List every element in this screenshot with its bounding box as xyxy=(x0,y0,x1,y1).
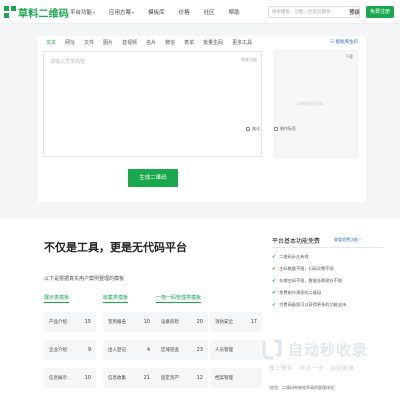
feature-item: ✔ 二维码永久有效 xyxy=(272,254,309,260)
watermark: 自动秒收录 做上精英 · 来访一次 · 自动收录 xyxy=(256,335,396,375)
watermark-logo-icon xyxy=(262,339,282,360)
check-icon: ✔ xyxy=(272,278,277,284)
watermark-text: 自动秒收录 xyxy=(288,341,369,359)
template-tile[interactable]: 固定资产 12 xyxy=(156,368,208,388)
tab-file[interactable]: 文件 xyxy=(84,39,94,49)
tab-more-tools[interactable]: 更多工具 xyxy=(232,39,252,49)
tab-image[interactable]: 图片 xyxy=(103,39,113,49)
check-icon: ✔ xyxy=(272,302,277,308)
tab-text[interactable]: 文本 xyxy=(46,39,57,52)
nav-platform[interactable]: 平台功能 ▾ xyxy=(70,8,96,17)
template-tile[interactable]: 区域巡查 23 xyxy=(156,340,208,360)
check-icon: ✔ xyxy=(272,254,277,260)
foot-note: 经验：二维码带来效率高的管理体验 xyxy=(270,385,334,390)
template-tile[interactable]: 消防安全 17 xyxy=(210,312,262,332)
template-tile[interactable]: 档案管理 xyxy=(210,368,262,388)
nav-templates[interactable]: 模板库 xyxy=(148,8,165,16)
column-heading-asset[interactable]: 一物一码管理类模板 xyxy=(156,294,202,303)
text-content-input[interactable]: 请输入文字内容 常规功能 xyxy=(43,51,262,157)
tab-media[interactable]: 音视频 xyxy=(122,39,137,49)
logo-text: 草料二维码 xyxy=(18,8,69,20)
template-tile[interactable]: 出入登记 4 xyxy=(103,340,155,360)
editor-hint[interactable]: 常规功能 xyxy=(241,57,257,63)
palette-icon xyxy=(246,127,250,131)
template-tile[interactable]: 信息收集 21 xyxy=(103,368,155,388)
chevron-down-icon: ▾ xyxy=(93,9,96,15)
divider xyxy=(272,247,384,248)
tab-batch[interactable]: 批量生码 xyxy=(203,39,223,49)
search-input[interactable]: 搜索模板、功能、社区问题等 xyxy=(268,6,360,18)
site-logo[interactable]: 草料二维码 xyxy=(4,5,69,20)
signup-button[interactable]: 免费注册 xyxy=(366,6,394,18)
nav-solutions[interactable]: 应用方案 ▾ xyxy=(109,8,135,17)
column-heading-collect[interactable]: 收集类模板 xyxy=(103,294,129,303)
check-icon: ✔ xyxy=(272,290,277,296)
nav-help[interactable]: 帮助 xyxy=(229,8,240,16)
generate-qr-button[interactable]: 生成二维码 xyxy=(128,169,178,187)
login-link[interactable]: 登录 xyxy=(349,8,360,16)
section-subtitle: 以下是根据真实用户案例整理的模板 xyxy=(44,276,125,282)
text-placeholder: 请输入文字内容 xyxy=(50,59,86,65)
qr-actions: 美化 制作标签 xyxy=(246,126,310,132)
column-heading-display[interactable]: 展示类模板 xyxy=(44,294,70,303)
qr-logo-icon xyxy=(4,6,16,18)
top-header: 草料二维码 平台功能 ▾ 应用方案 ▾ 模板库 价格 社区 帮助 搜索模板、功能、社… xyxy=(0,0,400,24)
template-library-link[interactable]: ☷ 模板库生码 xyxy=(330,39,358,45)
make-label-button[interactable]: 制作标签 xyxy=(274,126,296,132)
generator-tabs: 文本 网址 文件 图片 音视频 名片 微信 表单 批量生码 更多工具 xyxy=(46,39,261,52)
tab-form[interactable]: 表单 xyxy=(184,39,194,49)
nav-community[interactable]: 社区 xyxy=(204,8,215,16)
feature-item: ✔ 免费制作漂亮的二维码 xyxy=(272,290,322,296)
template-tile[interactable]: 人员管理 xyxy=(210,340,262,360)
check-icon: ✔ xyxy=(272,266,277,272)
chevron-down-icon: ▾ xyxy=(132,9,135,15)
template-tile[interactable]: 企业介绍 9 xyxy=(44,340,96,360)
feature-item: ✔ 付费高级版可以获得更多的功能支持 xyxy=(272,302,347,308)
qr-placeholder: 二维码预览区域 xyxy=(295,101,323,106)
platform-title: 平台基本功能免费 xyxy=(272,238,321,245)
watermark-subtext: 做上精英 · 来访一次 · 自动收录 xyxy=(269,366,355,372)
download-link[interactable]: 下载 xyxy=(345,54,353,60)
template-tile[interactable]: 签到报名 10 xyxy=(103,312,155,332)
label-icon xyxy=(274,127,278,131)
nav-pricing[interactable]: 价格 xyxy=(179,8,190,16)
tab-wechat[interactable]: 微信 xyxy=(165,39,175,49)
main-nav: 平台功能 ▾ 应用方案 ▾ 模板库 价格 社区 帮助 xyxy=(70,0,254,24)
paid-features-link[interactable]: 查看收费功能 › xyxy=(334,237,361,243)
feature-item: ✔ 生码数量不限，扫码次数不限 xyxy=(272,266,334,272)
tab-vcard[interactable]: 名片 xyxy=(146,39,156,49)
template-tile[interactable]: 产品介绍 15 xyxy=(44,312,96,332)
beautify-button[interactable]: 美化 xyxy=(246,126,260,132)
feature-item: ✔ 存储空间不限，数据长期保存不限 xyxy=(272,278,343,284)
search-placeholder: 搜索模板、功能、社区问题等 xyxy=(272,10,331,15)
section-title: 不仅是工具，更是无代码平台 xyxy=(44,241,187,254)
template-tile[interactable]: 设备巡检 20 xyxy=(156,312,208,332)
qr-generator-card: 文本 网址 文件 图片 音视频 名片 微信 表单 批量生码 更多工具 ☷ 模板库… xyxy=(38,36,366,202)
template-tile[interactable]: 信息展示 10 xyxy=(44,368,96,388)
tab-url[interactable]: 网址 xyxy=(65,39,75,49)
qr-preview-panel: 下载 二维码预览区域 xyxy=(274,50,358,158)
